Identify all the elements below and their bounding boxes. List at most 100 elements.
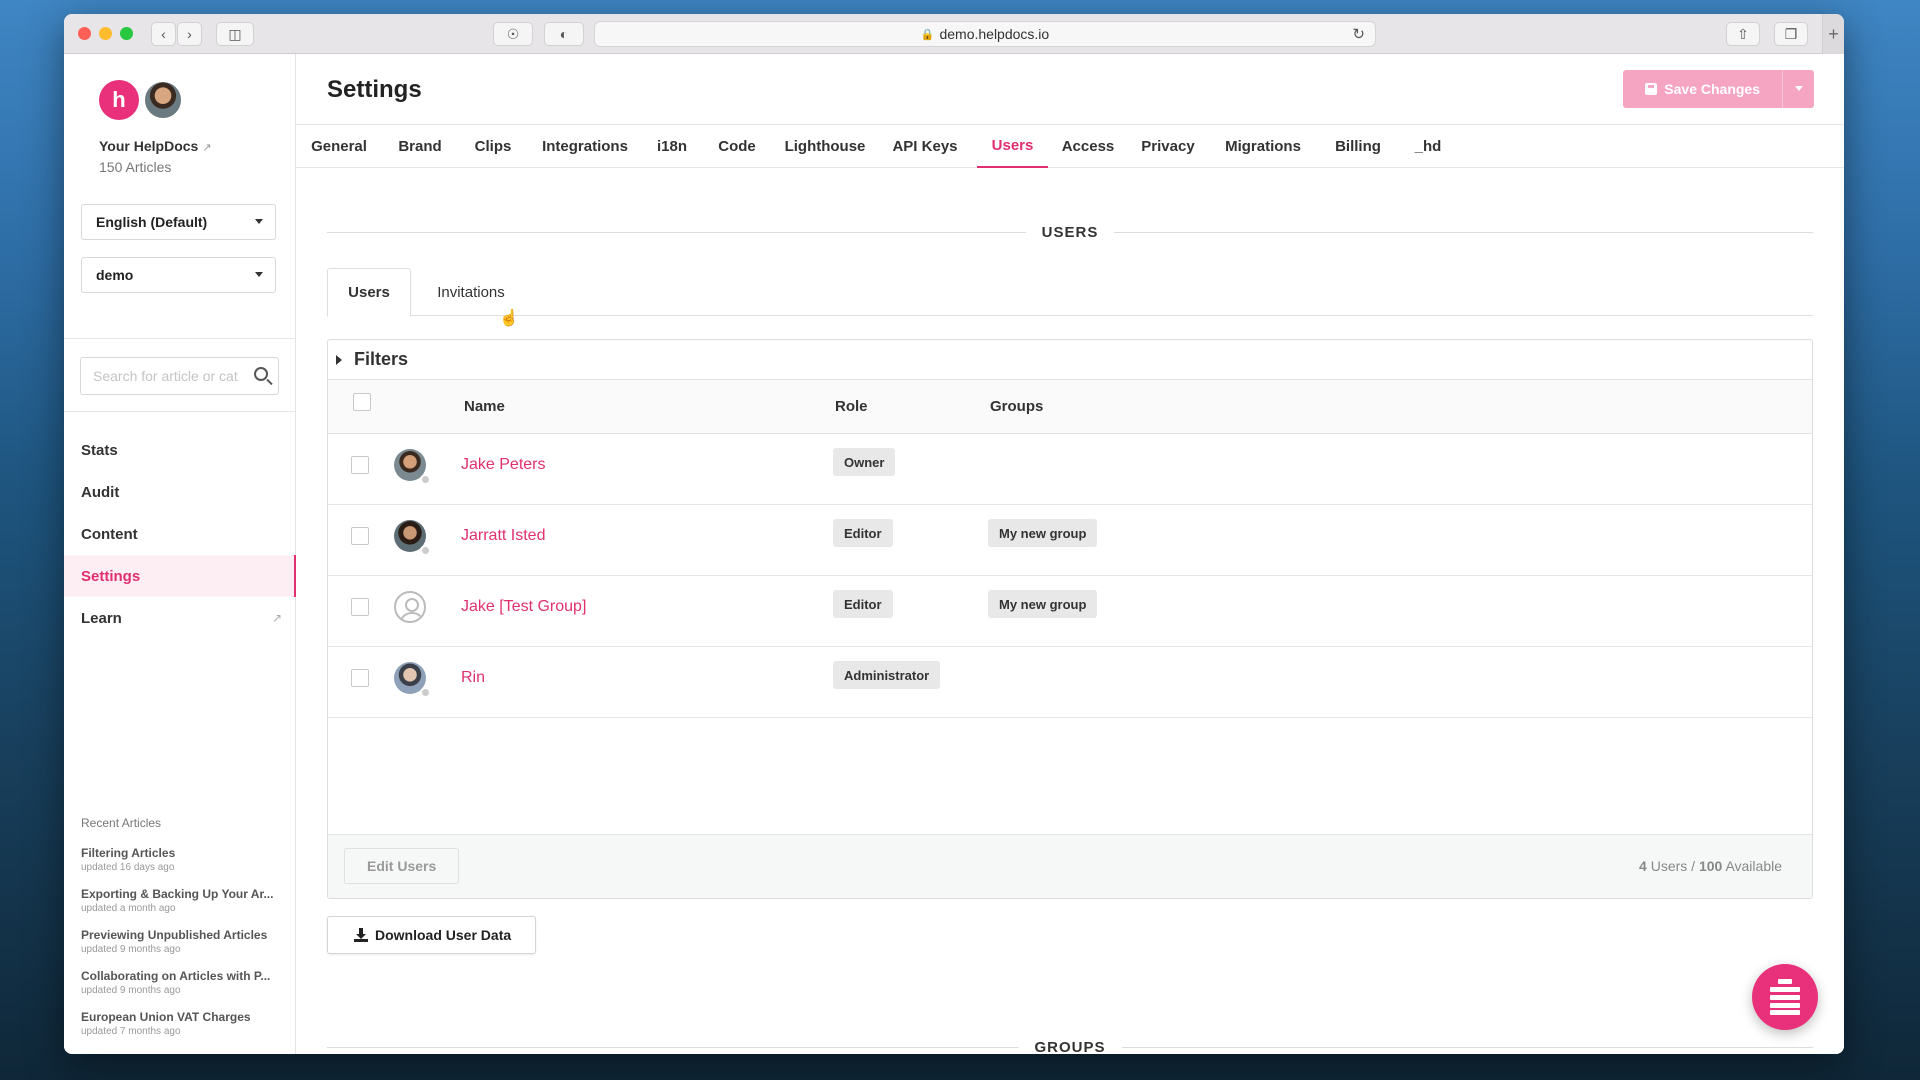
site-name-label: Your HelpDocs xyxy=(99,138,199,154)
edit-users-button[interactable]: Edit Users xyxy=(344,848,460,884)
recent-article[interactable]: Collaborating on Articles with P... upda… xyxy=(81,969,281,996)
share-icon[interactable]: ⇧ xyxy=(1726,22,1760,46)
language-select[interactable]: English (Default) xyxy=(81,204,276,240)
sidebar-toggle-icon[interactable]: ◫ xyxy=(216,22,254,46)
site-name[interactable]: Your HelpDocs ↗ xyxy=(99,138,212,154)
divider xyxy=(327,231,1026,233)
new-tab-icon[interactable]: + xyxy=(1822,14,1844,54)
available-count-label: Available xyxy=(1725,858,1782,874)
recent-article-title[interactable]: Previewing Unpublished Articles xyxy=(81,928,281,942)
address-bar[interactable]: 🔒 demo.helpdocs.io ↻ xyxy=(594,21,1376,47)
search-box[interactable] xyxy=(80,357,279,395)
sidebar-item-label: Learn xyxy=(81,609,122,627)
user-count-label: Users / xyxy=(1650,858,1696,874)
zoom-window-button[interactable] xyxy=(120,27,133,40)
recent-article[interactable]: Exporting & Backing Up Your Ar... update… xyxy=(81,887,281,914)
role-badge: Administrator xyxy=(833,661,941,689)
table-header: Name Role Groups xyxy=(328,380,1812,434)
sidebar-item-audit[interactable]: Audit xyxy=(64,471,296,513)
sidebar-item-label: Settings xyxy=(81,567,141,585)
avatar[interactable] xyxy=(143,80,183,120)
user-name-link[interactable]: Jake [Test Group] xyxy=(461,598,586,616)
sidebar-item-learn[interactable]: Learn ↗ xyxy=(64,597,296,639)
tab-lighthouse[interactable]: Lighthouse xyxy=(772,125,878,168)
browser-window: ‹ › ◫ ☉ ◐ 🔒 demo.helpdocs.io ↻ ⇧ ❐ + h Y… xyxy=(64,14,1844,1054)
user-name-link[interactable]: Jarratt Isted xyxy=(461,527,545,545)
recent-article-title[interactable]: Filtering Articles xyxy=(81,846,281,860)
tab-migrations[interactable]: Migrations xyxy=(1208,125,1318,168)
chevron-down-icon xyxy=(255,272,263,277)
recent-article[interactable]: Previewing Unpublished Articles updated … xyxy=(81,928,281,955)
recent-article-title[interactable]: Exporting & Backing Up Your Ar... xyxy=(81,887,281,901)
tab-api-keys[interactable]: API Keys xyxy=(878,125,972,168)
tab-users[interactable]: Users xyxy=(977,125,1048,168)
tab-access[interactable]: Access xyxy=(1048,125,1128,168)
search-icon[interactable] xyxy=(254,367,268,381)
recent-article-title[interactable]: Collaborating on Articles with P... xyxy=(81,969,281,983)
role-badge: Editor xyxy=(833,519,893,547)
status-dot xyxy=(420,545,431,556)
recent-article[interactable]: Filtering Articles updated 16 days ago xyxy=(81,846,281,873)
column-header-groups[interactable]: Groups xyxy=(990,398,1043,415)
tab-privacy[interactable]: Privacy xyxy=(1128,125,1208,168)
filters-label: Filters xyxy=(354,349,409,369)
tab-brand[interactable]: Brand xyxy=(382,125,458,168)
password-extension-icon[interactable]: ☉ xyxy=(493,22,533,46)
row-checkbox[interactable] xyxy=(351,527,369,545)
user-name-link[interactable]: Rin xyxy=(461,669,485,687)
recent-article-updated: updated 9 months ago xyxy=(81,985,181,996)
close-window-button[interactable] xyxy=(78,27,91,40)
status-dot xyxy=(420,687,431,698)
lock-icon: 🔒 xyxy=(920,28,935,41)
back-icon[interactable]: ‹ xyxy=(151,22,176,46)
privacy-shield-icon[interactable]: ◐ xyxy=(544,22,584,46)
help-widget-button[interactable] xyxy=(1752,964,1818,1030)
tab-i18n[interactable]: i18n xyxy=(642,125,702,168)
download-user-data-button[interactable]: Download User Data xyxy=(327,916,537,954)
groups-section-heading: GROUPS xyxy=(327,1037,1814,1054)
main-content: Settings Save Changes General Brand Clip… xyxy=(296,54,1844,1054)
save-options-dropdown[interactable] xyxy=(1782,70,1814,108)
forward-icon[interactable]: › xyxy=(177,22,202,46)
search-input[interactable] xyxy=(93,368,243,384)
recent-article-updated: updated 9 months ago xyxy=(81,944,181,955)
save-changes-button[interactable]: Save Changes xyxy=(1623,70,1782,108)
subtab-users[interactable]: Users xyxy=(327,268,411,317)
save-icon xyxy=(1645,83,1658,95)
filters-toggle[interactable]: Filters xyxy=(328,340,1812,380)
save-changes-label: Save Changes xyxy=(1664,81,1760,97)
tab-integrations[interactable]: Integrations xyxy=(528,125,642,168)
tab-billing[interactable]: Billing xyxy=(1318,125,1398,168)
window-controls xyxy=(78,27,133,40)
sidebar-item-content[interactable]: Content xyxy=(64,513,296,555)
minimize-window-button[interactable] xyxy=(99,27,112,40)
tab-code[interactable]: Code xyxy=(702,125,772,168)
status-dot xyxy=(418,614,424,621)
tab-hd[interactable]: _hd xyxy=(1398,125,1458,168)
user-name-link[interactable]: Jake Peters xyxy=(461,456,545,474)
sidebar-item-label: Audit xyxy=(81,483,120,501)
site-select[interactable]: demo xyxy=(81,257,276,293)
sidebar: h Your HelpDocs ↗ 150 Articles English (D… xyxy=(64,54,296,1054)
column-header-name[interactable]: Name xyxy=(464,398,505,415)
sidebar-item-label: Content xyxy=(81,525,138,543)
column-header-role[interactable]: Role xyxy=(835,398,868,415)
helpdocs-logo[interactable]: h xyxy=(99,80,139,120)
recent-article[interactable]: European Union VAT Charges updated 7 mon… xyxy=(81,1010,281,1037)
tab-general[interactable]: General xyxy=(296,125,382,168)
sidebar-item-settings[interactable]: Settings xyxy=(64,555,296,597)
tab-clips[interactable]: Clips xyxy=(458,125,528,168)
recent-article-updated: updated a month ago xyxy=(81,903,176,914)
sidebar-item-stats[interactable]: Stats xyxy=(64,429,296,471)
tabs-overview-icon[interactable]: ❐ xyxy=(1774,22,1808,46)
language-select-value: English (Default) xyxy=(96,214,208,230)
row-checkbox[interactable] xyxy=(351,598,369,616)
row-checkbox[interactable] xyxy=(351,669,369,687)
download-icon xyxy=(354,928,368,942)
pointer-cursor-icon: ☝ xyxy=(499,310,519,327)
browser-toolbar: ‹ › ◫ ☉ ◐ 🔒 demo.helpdocs.io ↻ ⇧ ❐ + xyxy=(64,14,1844,54)
row-checkbox[interactable] xyxy=(351,456,369,474)
select-all-checkbox[interactable] xyxy=(353,393,371,411)
recent-article-title[interactable]: European Union VAT Charges xyxy=(81,1010,281,1024)
reload-icon[interactable]: ↻ xyxy=(1352,25,1365,43)
